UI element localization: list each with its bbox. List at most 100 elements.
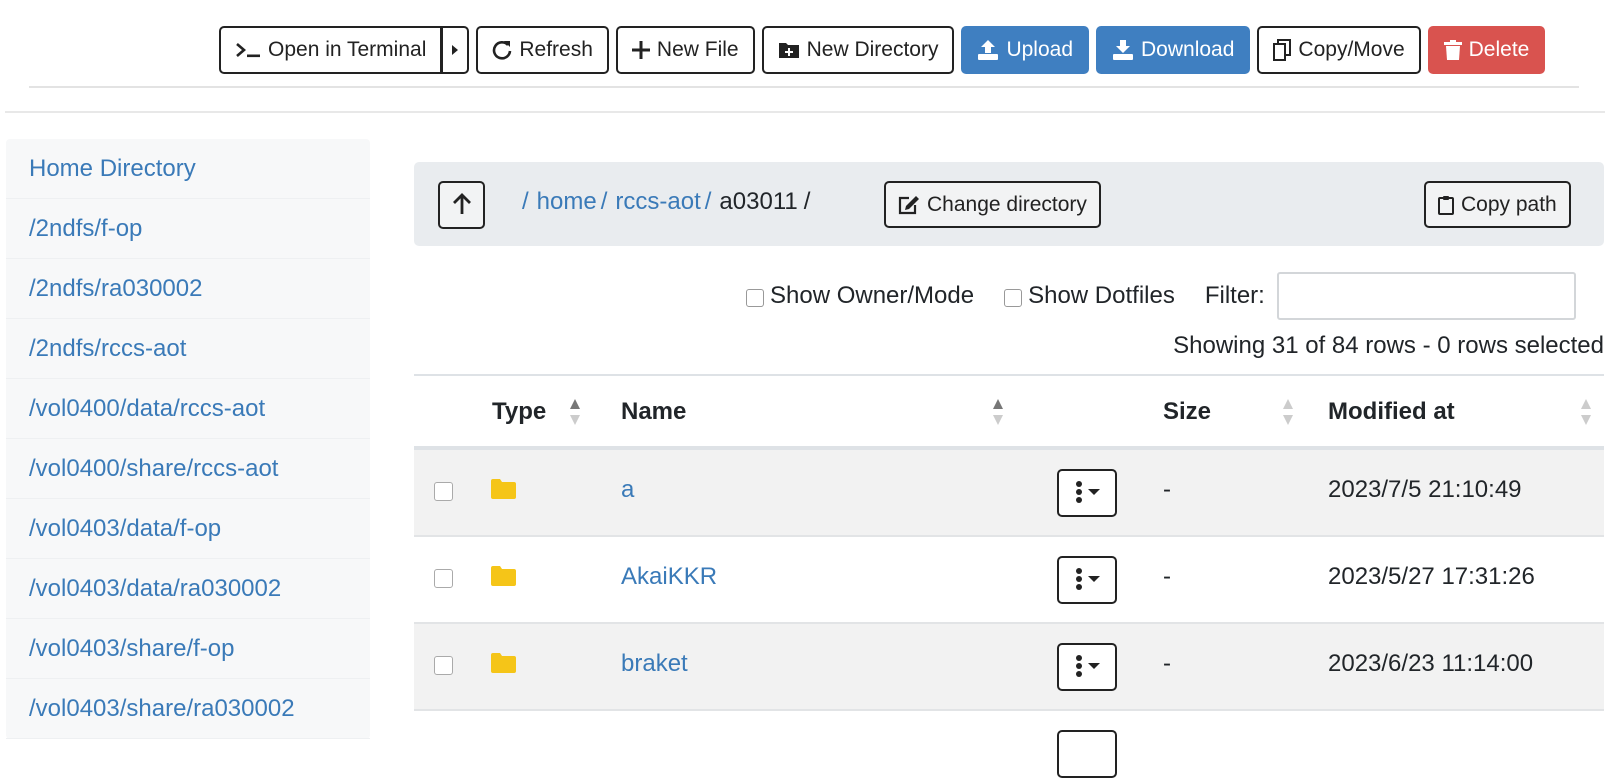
show-owner-mode-label: Show Owner/Mode (770, 282, 975, 309)
toolbar: Open in Terminal Refresh New File New Di… (219, 26, 1552, 74)
copy-move-button[interactable]: Copy/Move (1257, 26, 1421, 74)
file-size: - (1163, 476, 1171, 503)
download-icon (1112, 40, 1134, 60)
open-terminal-group: Open in Terminal (219, 26, 470, 74)
file-modified: 2023/6/23 11:14:00 (1328, 650, 1534, 677)
toolbar-divider (29, 86, 1579, 88)
show-owner-mode-checkbox[interactable] (746, 289, 764, 307)
sidebar-item-vol0403-share-ra030002[interactable]: /vol0403/share/ra030002 (6, 679, 370, 739)
show-dotfiles-checkbox[interactable] (1004, 289, 1023, 307)
sidebar-item-vol0403-data-f-op[interactable]: /vol0403/data/f-op (6, 499, 370, 559)
rows-info: Showing 31 of 84 rows - 0 rows selected (1173, 332, 1604, 359)
breadcrumb-root[interactable]: / (522, 188, 529, 216)
file-modified: 2023/7/5 21:10:49 (1328, 476, 1522, 503)
plus-icon (631, 41, 650, 59)
new-directory-button[interactable]: New Directory (761, 26, 955, 74)
refresh-icon (492, 40, 512, 60)
copy-path-button[interactable]: Copy path (1424, 181, 1571, 228)
sort-icon[interactable] (1282, 398, 1294, 426)
sidebar-item-2ndfs-rccs-aot[interactable]: /2ndfs/rccs-aot (6, 319, 370, 379)
download-button[interactable]: Download (1096, 26, 1251, 74)
row-actions-button[interactable] (1057, 643, 1117, 691)
sidebar-item-home-directory[interactable]: Home Directory (6, 139, 370, 199)
show-dotfiles-label: Show Dotfiles (1028, 282, 1175, 309)
table-header: Type Name Size Modified at (414, 374, 1604, 450)
sort-icon[interactable] (1580, 398, 1592, 426)
open-terminal-button[interactable]: Open in Terminal (219, 26, 443, 74)
download-label: Download (1141, 38, 1235, 61)
table-row[interactable]: a - 2023/7/5 21:10:49 (414, 450, 1604, 537)
folder-icon (491, 652, 516, 680)
file-name-link[interactable]: braket (621, 650, 688, 678)
more-vertical-icon (1071, 480, 1103, 506)
clipboard-icon (1438, 195, 1454, 215)
favorites-sidebar: Home Directory /2ndfs/f-op /2ndfs/ra0300… (6, 139, 370, 739)
row-actions-button[interactable] (1057, 556, 1117, 604)
sidebar-item-vol0400-data-rccs-aot[interactable]: /vol0400/data/rccs-aot (6, 379, 370, 439)
header-type[interactable]: Type (492, 398, 546, 426)
folder-icon (491, 478, 516, 506)
filter-input[interactable] (1276, 272, 1576, 320)
row-checkbox[interactable] (434, 656, 453, 675)
copy-icon (1273, 39, 1292, 61)
upload-label: Upload (1006, 38, 1074, 61)
terminal-icon (235, 42, 261, 58)
row-checkbox[interactable] (434, 569, 453, 588)
filter-label: Filter: (1204, 282, 1265, 309)
table-row[interactable]: AkaiKKR - 2023/5/27 17:31:26 (414, 537, 1604, 624)
change-directory-button[interactable]: Change directory (884, 181, 1101, 228)
refresh-button[interactable]: Refresh (476, 26, 609, 74)
terminal-dropdown-toggle[interactable] (442, 26, 470, 74)
delete-label: Delete (1468, 38, 1530, 61)
breadcrumb-home[interactable]: home (537, 188, 597, 216)
arrow-up-icon (452, 192, 472, 218)
more-vertical-icon (1071, 567, 1103, 593)
file-table: Type Name Size Modified at a - 2023/7/5 … (414, 374, 1604, 778)
header-divider (5, 111, 1605, 113)
header-modified[interactable]: Modified at (1328, 398, 1455, 426)
breadcrumb-separator: / (803, 188, 811, 215)
copy-path-label: Copy path (1461, 192, 1557, 216)
folder-plus-icon (778, 41, 800, 59)
show-dotfiles-toggle[interactable]: Show Dotfiles (1004, 282, 1175, 310)
file-name-link[interactable]: AkaiKKR (621, 563, 717, 591)
header-size[interactable]: Size (1163, 398, 1211, 426)
sort-icon[interactable] (569, 398, 581, 426)
delete-button[interactable]: Delete (1427, 26, 1546, 74)
breadcrumb-bar: / home / rccs-aot / a03011 / Change dire… (414, 162, 1604, 246)
breadcrumb: / home / rccs-aot / a03011 / (518, 182, 810, 222)
change-directory-label: Change directory (927, 192, 1087, 216)
table-row[interactable]: braket - 2023/6/23 11:14:00 (414, 624, 1604, 711)
header-name[interactable]: Name (621, 398, 686, 426)
caret-right-icon (451, 38, 459, 62)
show-owner-mode-toggle[interactable]: Show Owner/Mode (746, 282, 974, 310)
edit-icon (898, 195, 920, 215)
copy-move-label: Copy/Move (1298, 38, 1405, 61)
sidebar-item-vol0400-share-rccs-aot[interactable]: /vol0400/share/rccs-aot (6, 439, 370, 499)
breadcrumb-separator: / (704, 188, 712, 215)
upload-button[interactable]: Upload (961, 26, 1090, 74)
breadcrumb-separator: / (600, 188, 608, 215)
sidebar-item-vol0403-share-f-op[interactable]: /vol0403/share/f-op (6, 619, 370, 679)
parent-directory-button[interactable] (438, 181, 485, 229)
sidebar-item-vol0403-data-ra030002[interactable]: /vol0403/data/ra030002 (6, 559, 370, 619)
open-terminal-label: Open in Terminal (268, 38, 427, 61)
sidebar-item-2ndfs-ra030002[interactable]: /2ndfs/ra030002 (6, 259, 370, 319)
file-name-link[interactable]: a (621, 476, 634, 504)
sidebar-item-2ndfs-f-op[interactable]: /2ndfs/f-op (6, 199, 370, 259)
row-actions-button[interactable] (1057, 469, 1117, 517)
sort-icon[interactable] (992, 398, 1004, 426)
upload-icon (977, 40, 999, 60)
more-vertical-icon (1071, 654, 1103, 680)
new-file-button[interactable]: New File (615, 26, 755, 74)
file-size: - (1163, 650, 1171, 677)
file-size: - (1163, 563, 1171, 590)
new-file-label: New File (656, 38, 739, 61)
row-checkbox[interactable] (434, 482, 453, 501)
row-actions-button[interactable] (1057, 730, 1117, 778)
table-row[interactable] (414, 711, 1604, 778)
breadcrumb-rccs-aot[interactable]: rccs-aot (615, 188, 700, 216)
file-modified: 2023/5/27 17:31:26 (1328, 563, 1535, 590)
breadcrumb-current: a03011 (719, 188, 798, 215)
new-directory-label: New Directory (806, 38, 939, 61)
